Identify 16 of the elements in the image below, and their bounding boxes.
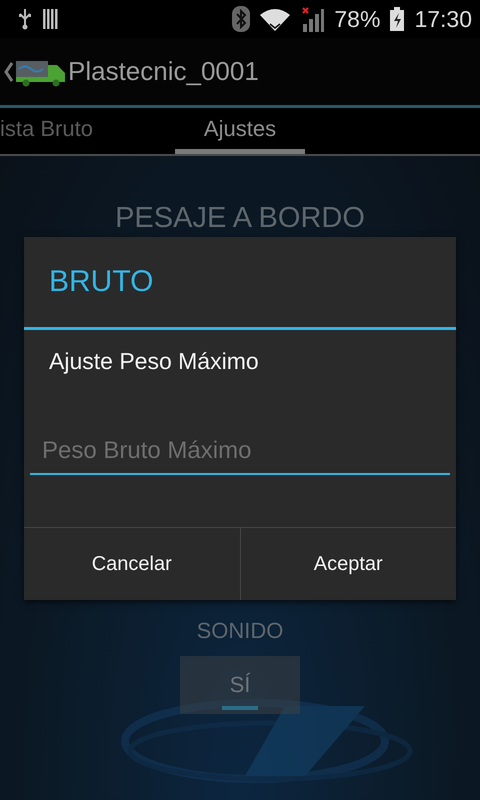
signal-icon <box>300 6 324 32</box>
battery-charging-icon <box>390 7 404 31</box>
dialog-button[interactable]: Cancelar <box>24 528 240 600</box>
back-caret-icon <box>4 60 14 82</box>
battery-percentage: 78% <box>334 6 380 32</box>
app-title: Plastecnic_0001 <box>68 56 259 87</box>
wifi-icon <box>260 7 290 31</box>
dialog-title: BRUTO <box>24 237 456 330</box>
input-field[interactable]: Peso Bruto Máximo <box>30 429 450 475</box>
clock-time: 17:30 <box>414 6 472 32</box>
usb-icon <box>18 8 32 30</box>
dialog-button[interactable]: Aceptar <box>240 528 456 600</box>
dialog-message: Ajuste Peso Máximo <box>48 347 260 375</box>
bluetooth-icon <box>232 6 250 32</box>
section-heading: PESAJE A BORDO <box>115 202 365 235</box>
section-heading: SONIDO <box>196 618 284 644</box>
